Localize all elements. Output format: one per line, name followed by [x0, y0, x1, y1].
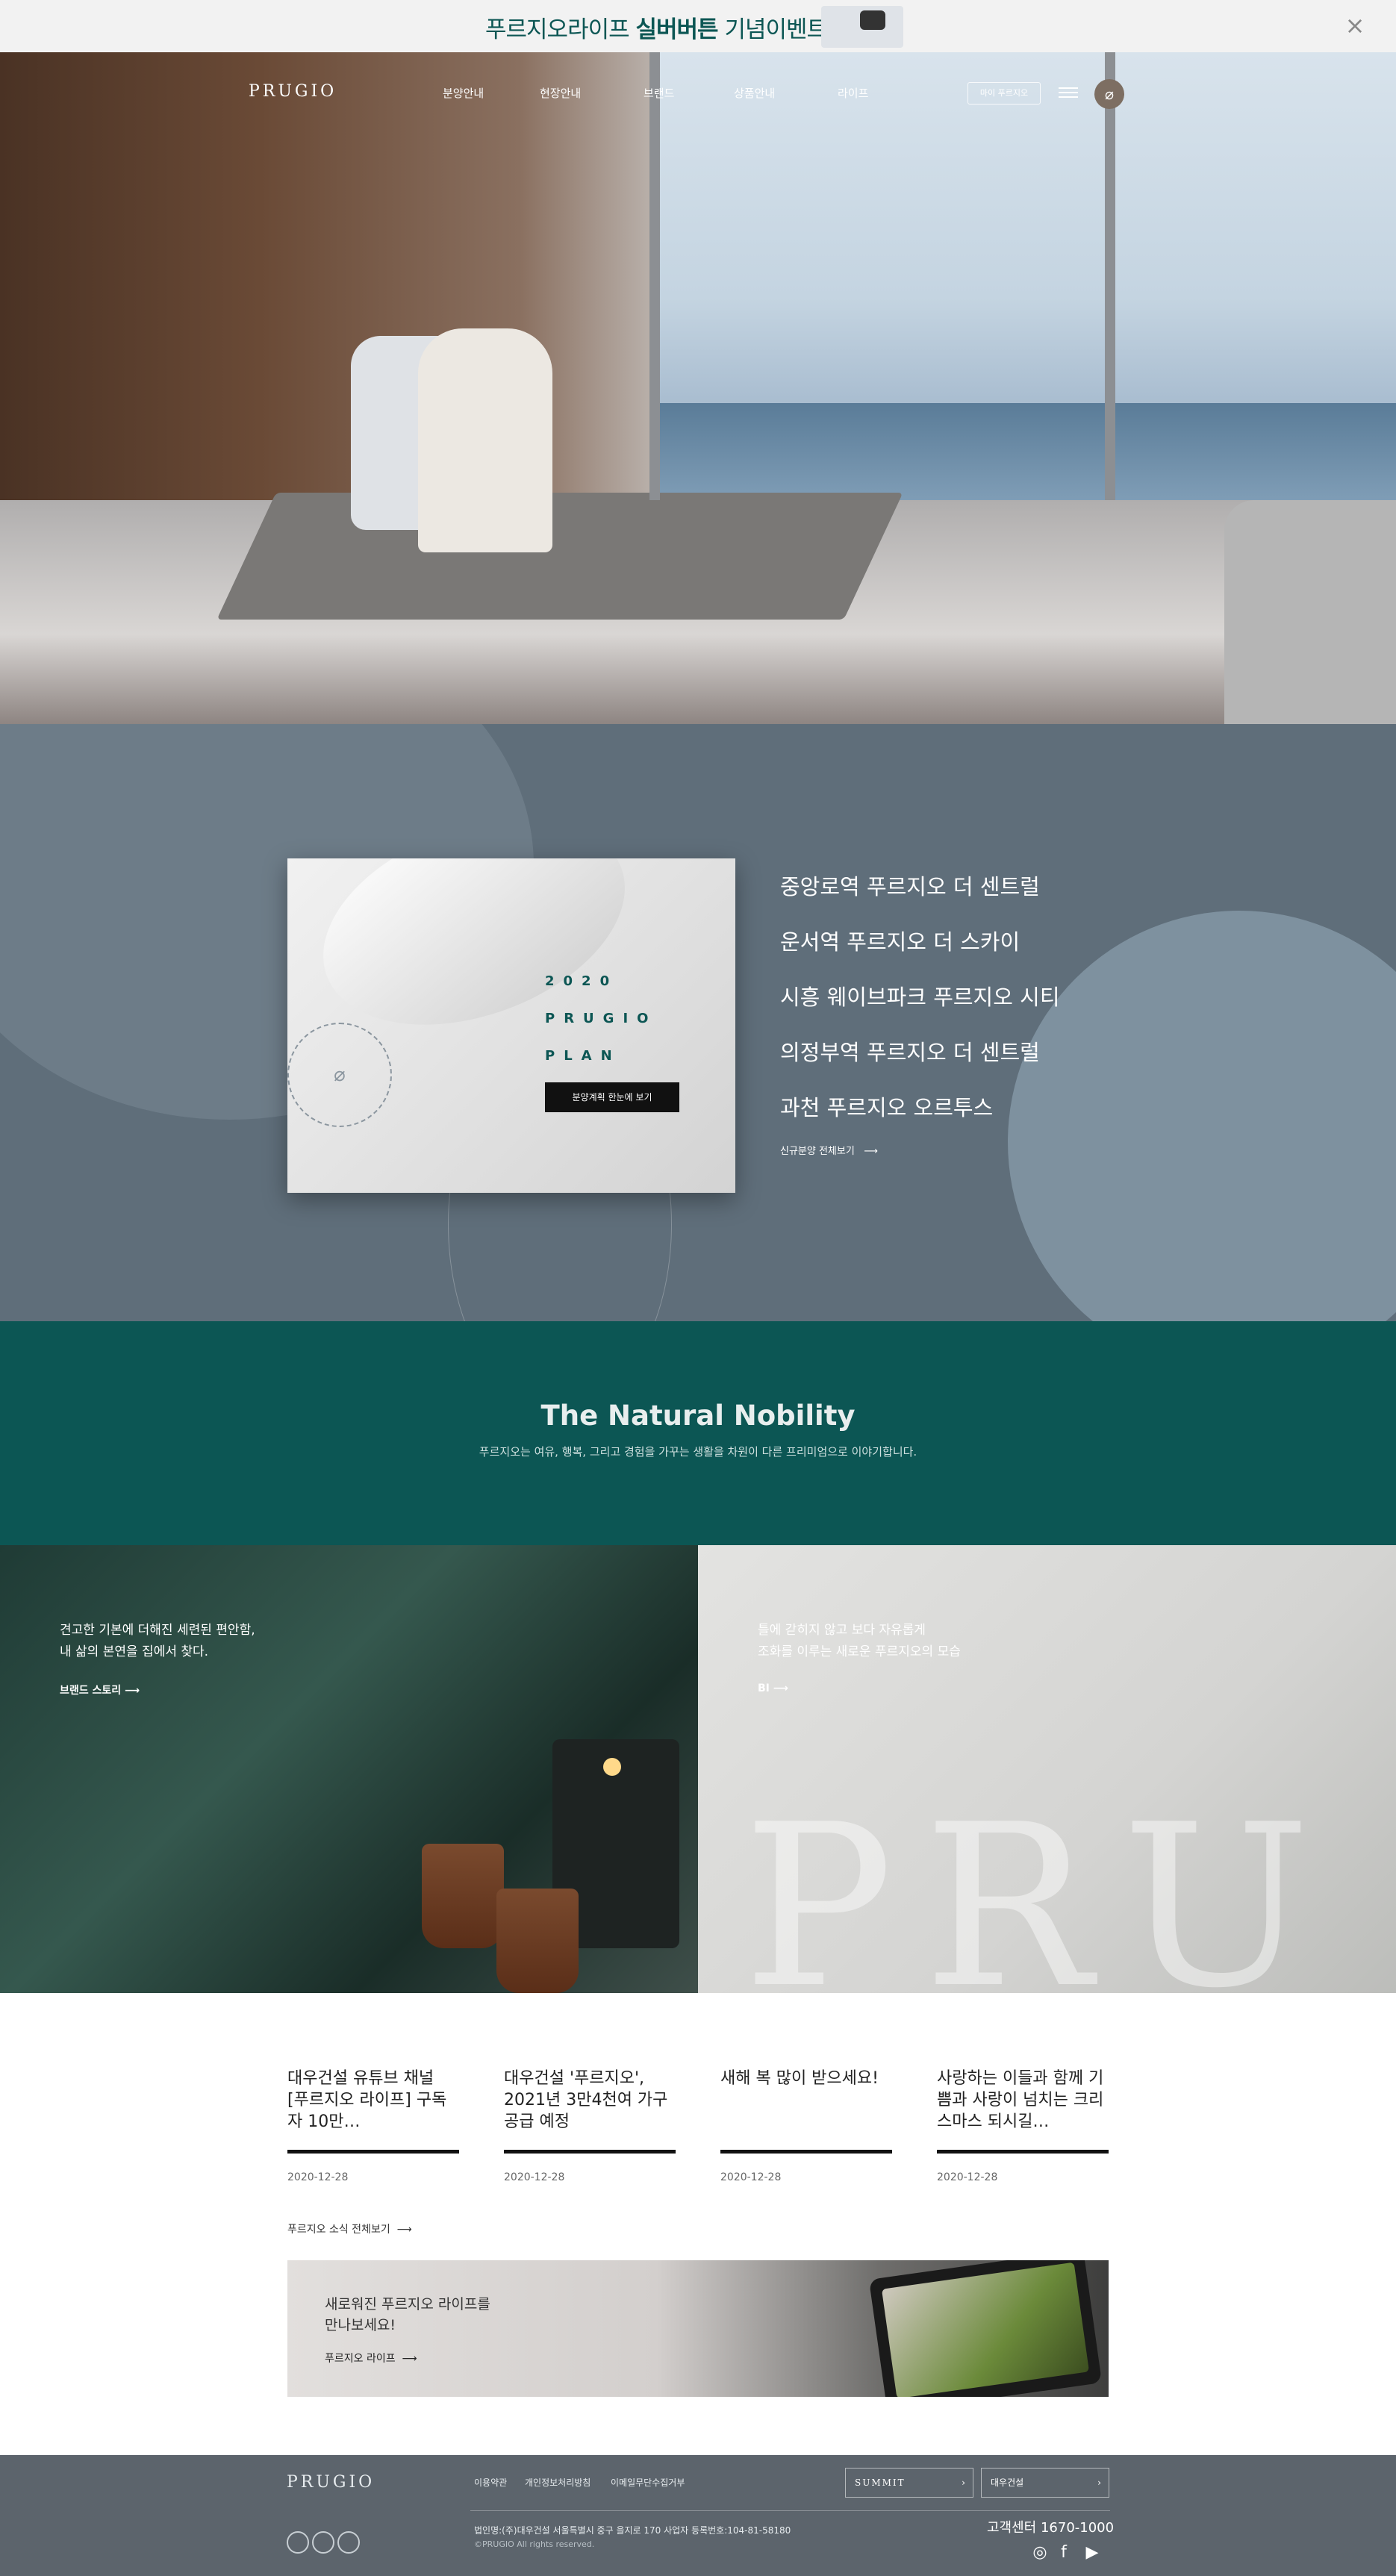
daewoo-button[interactable]: 대우건설 ›: [981, 2468, 1109, 2498]
news-date: 2020-12-28: [287, 2171, 349, 2183]
certification-icons: [287, 2531, 414, 2557]
site-link[interactable]: 의정부역 푸르지오 더 센트럴: [780, 1035, 1060, 1091]
nav-menu-sites[interactable]: 현장안내: [540, 85, 581, 101]
brand-story-tile[interactable]: 견고한 기본에 더해진 세련된 편안함, 내 삶의 본연을 집에서 찾다. 브랜드…: [0, 1545, 698, 1993]
prugio-life-link[interactable]: 푸르지오 라이프 ⟶: [325, 2351, 417, 2366]
news-card[interactable]: 대우건설 유튜브 채널 [푸르지오 라이프] 구독자 10만… 2020-12-…: [287, 2068, 459, 2183]
hamburger-menu-icon[interactable]: [1059, 84, 1078, 101]
hero-image: [0, 52, 1396, 724]
company-address: 법인명:(주)대우건설 서울특별시 중구 을지로 170 사업자 등록번호:10…: [474, 2525, 791, 2536]
nav-menu-life[interactable]: 라이프: [838, 85, 868, 101]
arrow-right-icon: ⟶: [121, 1685, 140, 1697]
news-date: 2020-12-28: [504, 2171, 565, 2183]
news-card[interactable]: 사랑하는 이들과 함께 기쁨과 사랑이 넘치는 크리스마스 되시길… 2020-…: [937, 2068, 1109, 2183]
news-title[interactable]: 대우건설 '푸르지오', 2021년 3만4천여 가구 공급 예정: [504, 2068, 676, 2150]
top-event-banner[interactable]: 푸르지오라이프 실버버튼 기념이벤트 ×: [0, 0, 1396, 52]
arrow-right-icon: ⟶: [769, 1682, 788, 1694]
arrow-right-icon: ⟶: [390, 2224, 412, 2236]
news-all-link[interactable]: 푸르지오 소식 전체보기 ⟶: [287, 2221, 412, 2236]
arrow-right-icon: ⟶: [395, 2353, 417, 2365]
prugio-life-banner[interactable]: 새로워진 푸르지오 라이프를 만나보세요! 푸르지오 라이프 ⟶: [287, 2260, 1109, 2397]
privacy-link[interactable]: 개인정보처리방침: [525, 2476, 591, 2489]
email-policy-link[interactable]: 이메일무단수집거부: [611, 2476, 685, 2489]
plan-view-button[interactable]: 분양계획 한눈에 보기: [545, 1082, 679, 1112]
brand-title: The Natural Nobility: [540, 1400, 856, 1432]
main-navigation: PRUGIO 분양안내 현장안내 브랜드 상품안내 라이프 마이 푸르지오 ⌀: [0, 52, 1396, 134]
site-link[interactable]: 운서역 푸르지오 더 스카이: [780, 925, 1060, 980]
nav-menu-brand[interactable]: 브랜드: [644, 85, 674, 101]
prugio-seal-icon: ⌀: [287, 1023, 392, 1127]
sale-plan-card[interactable]: ⌀ 2020 PRUGIO PLAN 분양계획 한눈에 보기: [287, 858, 735, 1193]
plan-title: 2020 PRUGIO PLAN: [545, 973, 658, 1064]
my-prugio-button[interactable]: 마이 푸르지오: [967, 82, 1041, 105]
banner-close-icon[interactable]: ×: [1342, 13, 1368, 38]
news-card[interactable]: 대우건설 '푸르지오', 2021년 3만4천여 가구 공급 예정 2020-1…: [504, 2068, 676, 2183]
brand-slogan-section: The Natural Nobility 푸르지오는 여유, 행복, 그리고 경…: [0, 1321, 1396, 1545]
tile-copy: 틀에 갇히지 않고 보다 자유롭게 조화를 이루는 새로운 푸르지오의 모습: [758, 1623, 961, 1659]
copyright: ©PRUGIO All rights reserved.: [474, 2539, 595, 2549]
app-banner-copy: 새로워진 푸르지오 라이프를 만나보세요!: [325, 2296, 490, 2333]
chevron-right-icon: ›: [1097, 2477, 1101, 2488]
nav-menu-products[interactable]: 상품안내: [734, 85, 775, 101]
news-title[interactable]: 새해 복 많이 받으세요!: [720, 2068, 892, 2150]
customer-center: 고객센터 1670-1000: [987, 2520, 1115, 2536]
arrow-right-icon: ⟶: [854, 1146, 878, 1157]
new-sale-list: 중앙로역 푸르지오 더 센트럴 운서역 푸르지오 더 스카이 시흥 웨이브파크 …: [780, 870, 1060, 1157]
event-banner-image: [821, 6, 903, 48]
chevron-right-icon: ›: [962, 2477, 965, 2488]
brand-tiles: 견고한 기본에 더해진 세련된 편안함, 내 삶의 본연을 집에서 찾다. 브랜드…: [0, 1545, 1396, 1993]
news-title[interactable]: 대우건설 유튜브 채널 [푸르지오 라이프] 구독자 10만…: [287, 2068, 459, 2150]
news-date: 2020-12-28: [937, 2171, 998, 2183]
summit-button[interactable]: SUMMIT ›: [845, 2468, 973, 2498]
site-link[interactable]: 과천 푸르지오 오르투스: [780, 1091, 1060, 1146]
bi-link[interactable]: BI ⟶: [758, 1682, 788, 1694]
instagram-icon[interactable]: ◎: [1030, 2543, 1050, 2563]
facebook-icon[interactable]: f: [1054, 2543, 1074, 2563]
news-title[interactable]: 사랑하는 이들과 함께 기쁨과 사랑이 넘치는 크리스마스 되시길…: [937, 2068, 1109, 2150]
news-card[interactable]: 새해 복 많이 받으세요! 2020-12-28: [720, 2068, 892, 2183]
brand-subtitle: 푸르지오는 여유, 행복, 그리고 경험을 가꾸는 생활을 차원이 다른 프리미…: [479, 1445, 917, 1459]
bi-tile[interactable]: PRU 틀에 갇히지 않고 보다 자유롭게 조화를 이루는 새로운 푸르지오의 모…: [698, 1545, 1396, 1993]
nav-menu-sale[interactable]: 분양안내: [443, 85, 484, 101]
tile-copy: 견고한 기본에 더해진 세련된 편안함, 내 삶의 본연을 집에서 찾다.: [60, 1623, 255, 1659]
news-date: 2020-12-28: [720, 2171, 782, 2183]
terms-link[interactable]: 이용약관: [474, 2476, 507, 2489]
sale-all-link[interactable]: 신규분양 전체보기 ⟶: [780, 1143, 1060, 1157]
site-link[interactable]: 중앙로역 푸르지오 더 센트럴: [780, 870, 1060, 925]
youtube-icon[interactable]: ▶: [1079, 2543, 1105, 2563]
footer-logo: PRUGIO: [287, 2473, 376, 2492]
prugio-watermark: PRU: [743, 1777, 1341, 1993]
footer: PRUGIO 이용약관 개인정보처리방침 이메일무단수집거부 SUMMIT › 대…: [0, 2455, 1396, 2576]
site-link[interactable]: 시흥 웨이브파크 푸르지오 시티: [780, 980, 1060, 1035]
prugio-emblem-icon[interactable]: ⌀: [1094, 79, 1124, 109]
brand-story-link[interactable]: 브랜드 스토리 ⟶: [60, 1682, 140, 1697]
event-banner-text[interactable]: 푸르지오라이프 실버버튼 기념이벤트: [485, 10, 828, 44]
prugio-logo[interactable]: PRUGIO: [249, 82, 337, 101]
youtube-icon: [860, 10, 885, 30]
